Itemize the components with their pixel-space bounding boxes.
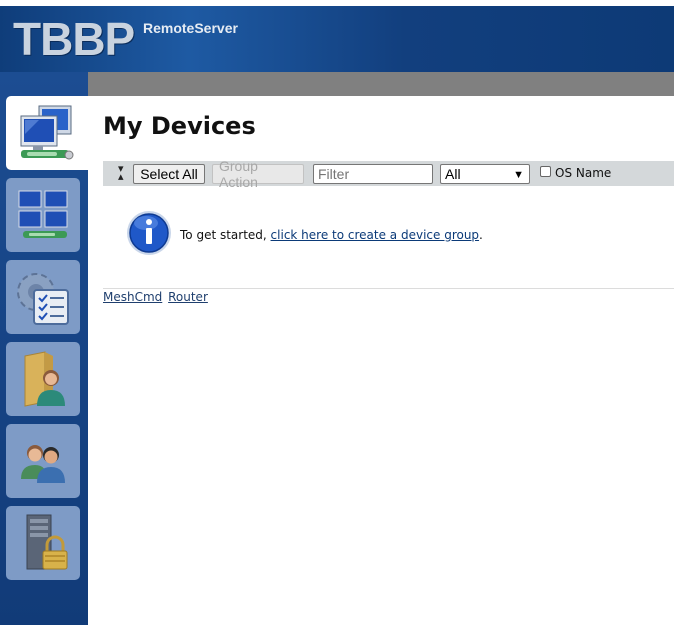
app-header: TBBP RemoteServer <box>0 6 674 72</box>
footer-links: MeshCmd Router <box>103 290 210 304</box>
server-lock-icon <box>26 514 68 570</box>
page-title: My Devices <box>103 112 256 140</box>
info-icon <box>127 211 171 255</box>
monitors-grid-icon <box>18 190 68 238</box>
sidebar-item-my-devices[interactable] <box>6 96 88 170</box>
gear-checklist-icon <box>17 273 69 325</box>
group-action-button[interactable]: Group Action <box>212 158 304 190</box>
info-text-after: . <box>479 228 483 242</box>
select-all-button[interactable]: Select All <box>133 164 205 184</box>
sidebar-item-my-server[interactable] <box>6 506 80 580</box>
os-name-checkbox[interactable] <box>540 166 551 177</box>
os-name-label: OS Name <box>555 166 612 180</box>
get-started-message: To get started, click here to create a d… <box>180 228 483 242</box>
top-grey-bar <box>88 72 674 96</box>
app-subtitle: RemoteServer <box>143 20 238 36</box>
folder-user-icon <box>24 351 65 407</box>
group-filter-value: All <box>445 166 461 182</box>
sidebar-item-my-users[interactable] <box>6 424 80 498</box>
chevron-down-icon: ▼ <box>513 169 524 181</box>
filter-input[interactable]: Filter <box>313 164 433 184</box>
collapse-toggle-icon[interactable]: ▾ ▴ <box>118 163 124 182</box>
sidebar <box>0 72 88 625</box>
divider <box>103 288 674 289</box>
meshcmd-link[interactable]: MeshCmd <box>103 290 162 304</box>
group-filter-select[interactable]: All ▼ <box>440 164 530 184</box>
sidebar-item-my-desktops[interactable] <box>6 178 80 252</box>
device-toolbar: ▾ ▴ Select All Group Action Filter All ▼ … <box>103 158 674 190</box>
app-logo: TBBP <box>13 13 135 65</box>
users-icon <box>21 445 65 483</box>
info-text-before: To get started, <box>180 228 271 242</box>
create-device-group-link[interactable]: click here to create a device group <box>271 228 480 242</box>
computers-icon <box>20 105 74 160</box>
sidebar-item-my-files[interactable] <box>6 342 80 416</box>
router-link[interactable]: Router <box>168 290 208 304</box>
sidebar-item-my-events[interactable] <box>6 260 80 334</box>
